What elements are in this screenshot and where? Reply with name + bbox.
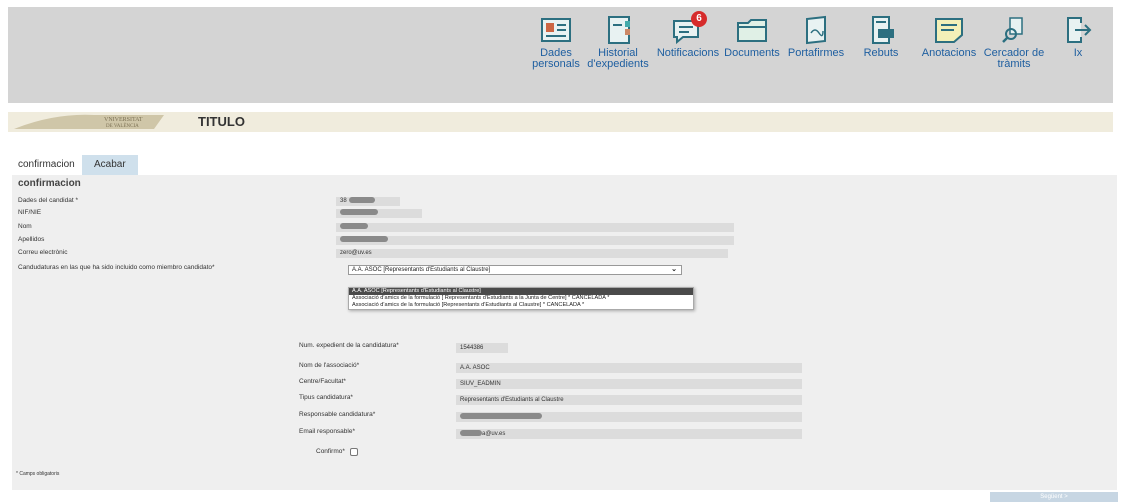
email-responsable-label: Email responsable* (299, 428, 356, 435)
nav-label: Anotacions (921, 47, 977, 59)
nav-notificacions[interactable]: 6 Notificacions (650, 11, 726, 59)
apellidos-label: Apellidos (18, 236, 45, 243)
responsable-field (456, 412, 802, 422)
nav-rebuts[interactable]: Rebuts (846, 15, 916, 59)
redacted-value (340, 223, 368, 230)
section-title: confirmacion (18, 178, 81, 189)
notification-badge: 6 (691, 11, 707, 27)
candidaturas-select[interactable]: A.A. ASOC [Representants d'Estudiants al… (348, 265, 682, 275)
nav-label: Ix (1073, 47, 1083, 59)
nav-ix-logout[interactable]: Ix (1048, 15, 1108, 59)
email-responsable-value: a@uv.es (482, 431, 506, 437)
email-label: Correu electrònic (18, 249, 68, 256)
signature-book-icon (799, 15, 833, 45)
receipt-icon (864, 15, 898, 45)
search-document-icon (997, 15, 1031, 45)
dropdown-option[interactable]: Associació d'amics de la formulació [Rep… (349, 302, 693, 309)
nav-label: Portafirmes (787, 47, 845, 59)
confirmo-label: Confirmo* (316, 448, 345, 455)
dropdown-option[interactable]: Associació d'amics de la formulació [ Re… (349, 295, 693, 302)
candidate-value: 38 (340, 198, 347, 204)
redacted-value (460, 413, 542, 420)
candidate-label: Dades del candidat * (18, 197, 78, 204)
dropdown-option[interactable]: A.A. ASOC [Representants d'Estudiants al… (349, 288, 693, 295)
university-logo: VNIVERSITAT DE VALÈNCIA (14, 113, 172, 131)
nif-field (336, 209, 422, 218)
candidaturas-selected: A.A. ASOC [Representants d'Estudiants al… (352, 267, 491, 273)
responsable-label: Responsable candidatura* (299, 411, 376, 418)
tab-acabar[interactable]: Acabar (82, 155, 138, 175)
tipus-field: Representants d'Estudiants al Claustre (456, 395, 802, 405)
email-responsable-field: a@uv.es (456, 429, 802, 439)
university-banner: VNIVERSITAT DE VALÈNCIA TITULO (8, 112, 1113, 132)
expedient-label: Num. expedient de la candidatura* (299, 342, 399, 349)
id-card-icon (539, 15, 573, 45)
apellidos-field (336, 236, 734, 245)
nav-portafirmes[interactable]: Portafirmes (781, 15, 851, 59)
form-panel: confirmacion Dades del candidat * 38 NIF… (12, 175, 1117, 490)
nav-label: Rebuts (863, 47, 899, 59)
next-button[interactable]: Següent > (990, 492, 1118, 502)
candidaturas-dropdown-list: A.A. ASOC [Representants d'Estudiants al… (348, 287, 694, 310)
note-icon (932, 15, 966, 45)
nom-label: Nom (18, 223, 32, 230)
associacio-label: Nom de l'associació* (299, 362, 360, 369)
tab-confirmacion[interactable]: confirmacion (12, 155, 80, 175)
logout-icon (1061, 15, 1095, 45)
confirmo-checkbox[interactable] (350, 448, 358, 456)
page-title: TITULO (198, 114, 245, 129)
required-note: * Camps obligatoris (16, 471, 60, 477)
nav-documents[interactable]: Documents (717, 15, 787, 59)
nav-label: Cercador de tràmits (983, 47, 1045, 70)
nom-field (336, 223, 734, 232)
associacio-field: A.A. ASOC (456, 363, 802, 373)
top-navigation-bar: Dades personals Historial d'expedients 6… (8, 7, 1113, 103)
redacted-value (348, 197, 375, 204)
centre-label: Centre/Facultat* (299, 378, 346, 385)
nav-cercador-tramits[interactable]: Cercador de tràmits (979, 15, 1049, 70)
svg-text:DE VALÈNCIA: DE VALÈNCIA (106, 123, 139, 129)
folder-icon (735, 15, 769, 45)
redacted-value (340, 236, 388, 243)
candidaturas-label: Candudaturas en las que ha sido incluido… (18, 264, 215, 271)
chevron-down-icon: ⌄ (671, 266, 677, 273)
tipus-label: Tipus candidatura* (299, 394, 353, 401)
nif-label: NIF/NIE (18, 209, 42, 216)
centre-field: SIUV_EADMIN (456, 379, 802, 389)
redacted-value (460, 430, 482, 437)
binder-icon (601, 15, 635, 45)
chat-bubble-icon: 6 (671, 11, 707, 45)
nav-label: Notificacions (656, 47, 720, 59)
nav-anotacions[interactable]: Anotacions (914, 15, 984, 59)
candidate-field: 38 (336, 197, 400, 206)
nav-label: Historial d'expedients (587, 47, 649, 70)
nav-label: Documents (724, 47, 780, 59)
nav-dades-personals[interactable]: Dades personals (521, 15, 591, 70)
nav-label: Dades personals (532, 47, 580, 70)
expedient-field: 1544386 (456, 343, 508, 353)
nav-historial-expedients[interactable]: Historial d'expedients (583, 15, 653, 70)
redacted-value (340, 209, 378, 216)
email-field: zero@uv.es (336, 249, 728, 258)
svg-text:VNIVERSITAT: VNIVERSITAT (104, 117, 143, 123)
